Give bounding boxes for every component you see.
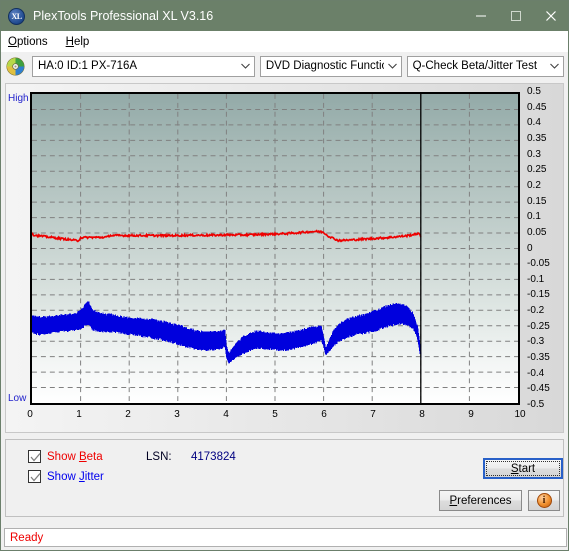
start-button-label: Start bbox=[510, 462, 536, 475]
test-selector[interactable]: Q-Check Beta/Jitter Test bbox=[406, 55, 564, 77]
y-axis-tick: 0.35 bbox=[527, 132, 547, 144]
status-text: Ready bbox=[10, 531, 44, 544]
minimize-button[interactable] bbox=[463, 1, 498, 31]
y-axis-tick: -0.2 bbox=[527, 305, 545, 317]
y-axis-tick: 0.45 bbox=[527, 101, 547, 113]
show-jitter-label: Show Jitter bbox=[47, 470, 104, 483]
status-bar: Ready bbox=[4, 528, 567, 547]
drive-selector-value: HA:0 ID:1 PX-716A bbox=[38, 60, 138, 72]
x-axis-tick: 6 bbox=[321, 409, 327, 420]
show-beta-label: Show Beta bbox=[47, 450, 103, 463]
title-bar: XL PlexTools Professional XL V3.16 bbox=[1, 1, 568, 31]
plot-area bbox=[30, 92, 520, 405]
y-axis-tick: 0.2 bbox=[527, 179, 541, 191]
y-axis-tick: 0.1 bbox=[527, 211, 541, 223]
y-axis-tick: -0.05 bbox=[527, 258, 550, 270]
x-axis-tick: 5 bbox=[272, 409, 278, 420]
y-axis-tick: -0.25 bbox=[527, 320, 550, 332]
application-window: XL PlexTools Professional XL V3.16 Optio… bbox=[0, 0, 569, 551]
y-axis-tick: -0.1 bbox=[527, 273, 545, 285]
test-selector-value: Q-Check Beta/Jitter Test bbox=[412, 60, 538, 72]
start-button[interactable]: Start bbox=[483, 458, 563, 479]
preferences-button[interactable]: Preferences bbox=[439, 490, 522, 511]
chart-traces bbox=[32, 94, 422, 403]
x-axis-tick: 1 bbox=[76, 409, 82, 420]
check-icon bbox=[30, 453, 41, 462]
maximize-button[interactable] bbox=[498, 1, 533, 31]
y-axis-tick: -0.3 bbox=[527, 336, 545, 348]
show-jitter-checkbox-row[interactable]: Show Jitter bbox=[28, 470, 104, 483]
y-axis-tick: 0.15 bbox=[527, 195, 547, 207]
y-axis-tick: 0.25 bbox=[527, 164, 547, 176]
show-jitter-checkbox[interactable] bbox=[28, 470, 41, 483]
x-axis-tick: 0 bbox=[27, 409, 33, 420]
x-axis-tick: 9 bbox=[468, 409, 474, 420]
chevron-down-icon bbox=[237, 63, 254, 69]
window-controls bbox=[463, 1, 568, 31]
axis-high-label: High bbox=[8, 93, 29, 104]
lsn-value: 4173824 bbox=[191, 451, 236, 463]
menu-item-options[interactable]: Options bbox=[7, 36, 57, 48]
y-axis-tick: 0.5 bbox=[527, 86, 541, 97]
menu-bar: Options Help bbox=[1, 31, 568, 52]
info-icon: i bbox=[536, 493, 552, 508]
menu-item-help[interactable]: Help bbox=[65, 36, 99, 48]
x-axis-tick: 10 bbox=[514, 409, 526, 420]
close-button[interactable] bbox=[533, 1, 568, 31]
chevron-down-icon bbox=[546, 63, 563, 69]
start-button-focus-ring: Start bbox=[486, 461, 560, 476]
x-axis-tick: 7 bbox=[370, 409, 376, 420]
app-logo-icon: XL bbox=[8, 7, 25, 25]
y-axis-tick: -0.5 bbox=[527, 399, 545, 410]
x-axis-tick: 3 bbox=[174, 409, 180, 420]
y-axis-tick: 0.3 bbox=[527, 148, 541, 160]
show-beta-checkbox[interactable] bbox=[28, 450, 41, 463]
lsn-label: LSN: bbox=[146, 451, 172, 463]
function-selector[interactable]: DVD Diagnostic Functions bbox=[259, 55, 402, 77]
y-axis-tick: 0.05 bbox=[527, 226, 547, 238]
chevron-down-icon bbox=[384, 63, 401, 69]
y-axis-tick: -0.45 bbox=[527, 383, 550, 395]
drive-selector[interactable]: HA:0 ID:1 PX-716A bbox=[32, 55, 255, 77]
x-axis-tick-labels: 0 1 2 3 4 5 6 7 8 9 10 bbox=[27, 409, 525, 425]
function-selector-value: DVD Diagnostic Functions bbox=[265, 60, 384, 72]
controls-panel: Show Beta Show Jitter LSN: 4173824 Start… bbox=[5, 439, 564, 517]
y-axis-tick: 0 bbox=[527, 242, 533, 254]
y-axis-tick: -0.15 bbox=[527, 289, 550, 301]
x-axis-tick: 8 bbox=[419, 409, 425, 420]
axis-low-label: Low bbox=[8, 393, 27, 404]
info-button[interactable]: i bbox=[528, 490, 560, 511]
y-axis-tick: -0.4 bbox=[527, 367, 545, 379]
x-axis-tick: 2 bbox=[125, 409, 131, 420]
y-axis-tick-labels: 0.5 0.45 0.4 0.35 0.3 0.25 0.2 0.15 0.1 0.05 0 -0.0… bbox=[527, 87, 569, 412]
show-beta-checkbox-row[interactable]: Show Beta bbox=[28, 450, 103, 463]
check-icon bbox=[30, 473, 41, 482]
disc-icon bbox=[6, 56, 25, 76]
y-axis-tick: 0.4 bbox=[527, 117, 541, 129]
y-axis-tick: -0.35 bbox=[527, 352, 550, 364]
preferences-button-label: Preferences bbox=[449, 494, 512, 507]
window-title: PlexTools Professional XL V3.16 bbox=[33, 9, 214, 23]
chart-panel: High Low 0.5 0.45 0.4 0.35 0.3 0.25 0.2 0.15 0.1… bbox=[5, 83, 564, 433]
x-axis-tick: 4 bbox=[223, 409, 229, 420]
toolbar: HA:0 ID:1 PX-716A DVD Diagnostic Functio… bbox=[1, 52, 568, 80]
